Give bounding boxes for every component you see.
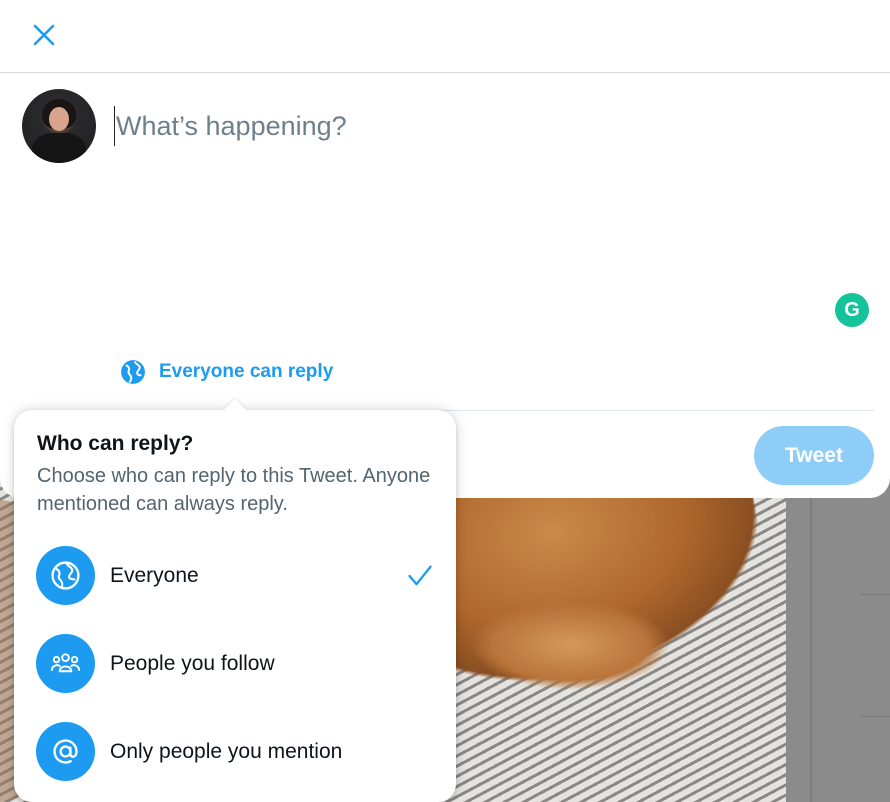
reply-option-label: People you follow [110, 652, 275, 675]
tweet-text-input[interactable]: What’s happening? [114, 106, 756, 146]
reply-option-label: Only people you mention [110, 740, 343, 763]
toolbar-divider [440, 410, 874, 411]
avatar-face [49, 107, 69, 131]
globe-icon [51, 561, 80, 590]
menu-title: Who can reply? [37, 432, 194, 455]
globe-icon [121, 360, 145, 384]
avatar-body [32, 133, 86, 163]
tweet-button[interactable]: Tweet [754, 426, 874, 485]
avatar[interactable] [22, 89, 96, 163]
close-button[interactable] [24, 15, 64, 55]
trend-divider [860, 594, 890, 595]
option-icon-circle [36, 546, 95, 605]
checkmark-icon [408, 565, 432, 586]
dog-image-region-lower [470, 600, 670, 690]
at-icon [53, 739, 78, 764]
who-can-reply-menu: Who can reply? Choose who can reply to t… [14, 398, 456, 802]
reply-option-people-you-follow[interactable]: People you follow [14, 620, 456, 708]
grammarly-button[interactable]: G [835, 293, 869, 327]
close-icon [33, 24, 55, 46]
grammarly-icon: G [844, 299, 860, 321]
modal-header [0, 0, 890, 73]
option-icon-circle [36, 722, 95, 781]
reply-setting-label: Everyone can reply [159, 361, 334, 382]
reply-option-only-mentioned[interactable]: Only people you mention [14, 708, 456, 796]
reply-option-label: Everyone [110, 564, 199, 587]
reply-setting-button[interactable]: Everyone can reply [120, 358, 333, 386]
option-icon-circle [36, 634, 95, 693]
trend-divider [860, 716, 890, 717]
people-icon [50, 653, 81, 673]
menu-description: Choose who can reply to this Tweet. Anyo… [37, 465, 431, 515]
reply-option-everyone[interactable]: Everyone [14, 532, 456, 620]
